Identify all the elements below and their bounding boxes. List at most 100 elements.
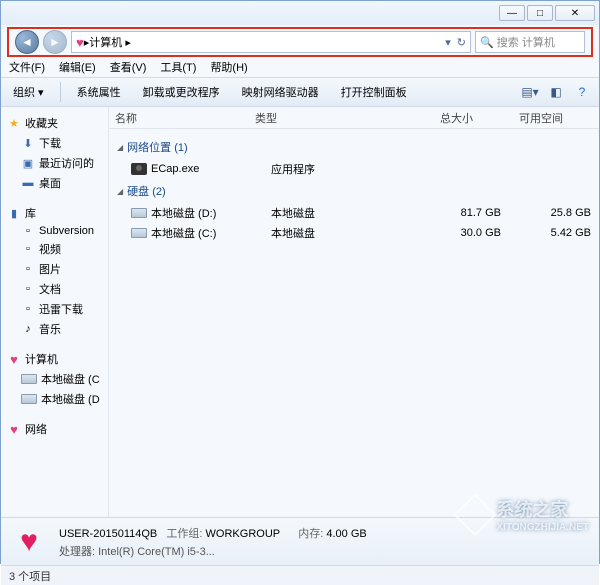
sidebar-item-downloads[interactable]: ⬇下载	[1, 133, 108, 153]
sidebar-network[interactable]: ♥网络	[1, 419, 108, 439]
sidebar-item-pictures[interactable]: ▫图片	[1, 259, 108, 279]
sidebar-item-subversion[interactable]: ▫Subversion	[1, 223, 108, 239]
col-size[interactable]: 总大小	[369, 110, 479, 126]
back-button[interactable]: ◄	[15, 30, 39, 54]
menu-edit[interactable]: 编辑(E)	[59, 59, 96, 75]
toolbar: 组织 ▾ 系统属性 卸载或更改程序 映射网络驱动器 打开控制面板 ▤▾ ◧ ?	[1, 77, 599, 107]
drive-icon	[21, 374, 37, 384]
search-icon: 🔍	[480, 36, 494, 49]
column-headers: 名称 类型 总大小 可用空间	[109, 107, 599, 129]
item-name: 本地磁盘 (D:)	[151, 205, 216, 221]
menu-bar: 文件(F) 编辑(E) 查看(V) 工具(T) 帮助(H)	[1, 57, 599, 77]
drive-icon	[131, 228, 147, 238]
map-drive-button[interactable]: 映射网络驱动器	[236, 81, 325, 103]
uninstall-button[interactable]: 卸载或更改程序	[137, 81, 226, 103]
computer-name: USER-20150114QB	[59, 528, 157, 540]
system-properties-button[interactable]: 系统属性	[71, 81, 127, 103]
dropdown-icon[interactable]: ▾	[445, 36, 451, 49]
preview-pane-icon[interactable]: ◧	[545, 82, 567, 102]
refresh-icon[interactable]: ↻	[457, 36, 466, 49]
sidebar-computer[interactable]: ♥计算机	[1, 349, 108, 369]
collapse-icon: ◢	[117, 187, 123, 196]
col-type[interactable]: 类型	[249, 110, 369, 126]
organize-button[interactable]: 组织 ▾	[7, 81, 50, 103]
col-name[interactable]: 名称	[109, 110, 249, 126]
sidebar-item-documents[interactable]: ▫文档	[1, 279, 108, 299]
content-pane: 名称 类型 总大小 可用空间 ◢ 网络位置 (1) ECap.exe 应用程序 ◢ 硬盘 …	[109, 107, 599, 517]
music-icon: ♪	[21, 323, 35, 335]
sidebar-libraries[interactable]: ▮库	[1, 203, 108, 223]
status-text: 3 个项目	[9, 568, 51, 584]
heart-icon: ♥	[7, 352, 21, 367]
sidebar-item-drive-c[interactable]: 本地磁盘 (C	[1, 369, 108, 389]
memory-value: 4.00 GB	[326, 528, 366, 540]
drive-icon	[131, 208, 147, 218]
nav-bar: ◄ ► ♥ ▸ 计算机 ▸ ▾ ↻ 🔍 搜索 计算机	[7, 27, 593, 57]
item-free: 25.8 GB	[501, 207, 591, 219]
breadcrumb-sep: ▸	[125, 36, 131, 49]
collapse-icon: ◢	[117, 143, 123, 152]
star-icon: ★	[7, 117, 21, 130]
item-type: 本地磁盘	[271, 225, 391, 241]
sidebar: ★收藏夹 ⬇下载 ▣最近访问的 ▬桌面 ▮库 ▫Subversion ▫视频 ▫…	[1, 107, 109, 517]
desktop-icon: ▬	[21, 177, 35, 189]
recent-icon: ▣	[21, 157, 35, 170]
menu-file[interactable]: 文件(F)	[9, 59, 45, 75]
titlebar: — □ ✕	[1, 1, 599, 25]
workgroup-value: WORKGROUP	[206, 528, 280, 540]
library-icon: ▮	[7, 207, 21, 220]
file-list: ◢网络位置 (1)ECap.exe应用程序◢硬盘 (2)本地磁盘 (D:)本地磁…	[109, 129, 599, 517]
sidebar-item-recent[interactable]: ▣最近访问的	[1, 153, 108, 173]
list-item[interactable]: 本地磁盘 (C:)本地磁盘30.0 GB5.42 GB	[109, 223, 599, 243]
camera-icon	[131, 163, 147, 175]
sidebar-item-music[interactable]: ♪音乐	[1, 319, 108, 339]
workgroup-label: 工作组:	[166, 528, 202, 540]
details-pane: ♥ USER-20150114QB 工作组: WORKGROUP 内存: 4.0…	[1, 517, 599, 565]
memory-label: 内存:	[298, 528, 323, 540]
cpu-label: 处理器:	[59, 546, 95, 558]
menu-view[interactable]: 查看(V)	[110, 59, 147, 75]
item-free: 5.42 GB	[501, 227, 591, 239]
list-item[interactable]: 本地磁盘 (D:) 本地磁盘81.7 GB25.8 GB	[109, 203, 599, 223]
maximize-button[interactable]: □	[527, 5, 553, 21]
download-icon: ⬇	[21, 137, 35, 150]
folder-icon: ▫	[21, 225, 35, 237]
sidebar-item-xunlei[interactable]: ▫迅雷下载	[1, 299, 108, 319]
cpu-value: Intel(R) Core(TM) i5-3...	[98, 546, 215, 558]
status-bar: 3 个项目	[1, 565, 599, 585]
heart-icon: ♥	[76, 35, 84, 50]
drive-icon	[21, 394, 37, 404]
list-item[interactable]: ECap.exe 应用程序	[109, 159, 599, 179]
minimize-button[interactable]: —	[499, 5, 525, 21]
close-button[interactable]: ✕	[555, 5, 595, 21]
document-icon: ▫	[21, 283, 35, 295]
item-type: 应用程序	[271, 161, 391, 177]
sidebar-favorites[interactable]: ★收藏夹	[1, 113, 108, 133]
item-size: 81.7 GB	[391, 207, 501, 219]
view-mode-icon[interactable]: ▤▾	[519, 82, 541, 102]
col-free[interactable]: 可用空间	[479, 110, 569, 126]
group-header[interactable]: ◢ 硬盘 (2)	[109, 179, 599, 203]
group-title: 网络位置 (1)	[127, 139, 188, 155]
search-input[interactable]: 🔍 搜索 计算机	[475, 31, 585, 53]
menu-tools[interactable]: 工具(T)	[160, 59, 196, 75]
video-icon: ▫	[21, 243, 35, 255]
heart-icon: ♥	[7, 422, 21, 437]
forward-button[interactable]: ►	[43, 30, 67, 54]
folder-icon: ▫	[21, 303, 35, 315]
sidebar-item-drive-d[interactable]: 本地磁盘 (D	[1, 389, 108, 409]
group-title: 硬盘 (2)	[127, 183, 166, 199]
picture-icon: ▫	[21, 263, 35, 275]
sidebar-item-desktop[interactable]: ▬桌面	[1, 173, 108, 193]
breadcrumb-root[interactable]: 计算机	[89, 34, 122, 50]
breadcrumb[interactable]: ♥ ▸ 计算机 ▸ ▾ ↻	[71, 31, 471, 53]
sidebar-item-videos[interactable]: ▫视频	[1, 239, 108, 259]
group-header[interactable]: ◢ 网络位置 (1)	[109, 135, 599, 159]
help-icon[interactable]: ?	[571, 82, 593, 102]
item-name: ECap.exe	[151, 163, 199, 175]
control-panel-button[interactable]: 打开控制面板	[335, 81, 413, 103]
heart-icon: ♥	[9, 524, 49, 560]
item-type: 本地磁盘	[271, 205, 391, 221]
menu-help[interactable]: 帮助(H)	[210, 59, 247, 75]
item-name: 本地磁盘 (C:)	[151, 225, 216, 241]
